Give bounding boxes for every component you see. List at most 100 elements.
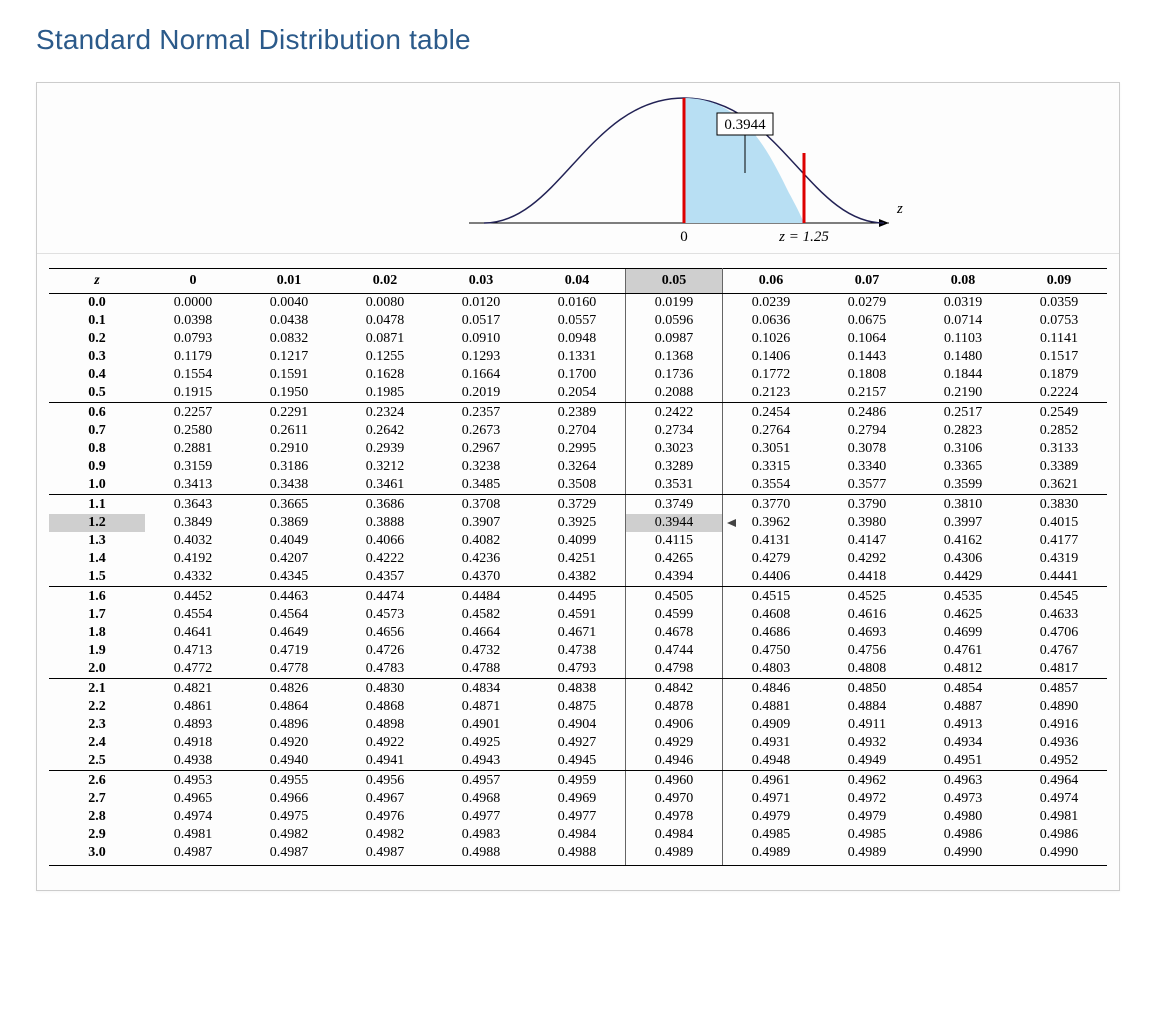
table-cell: 0.3389 <box>1011 458 1107 476</box>
table-cell: 0.4955 <box>241 771 337 791</box>
table-cell: 0.4970 <box>626 790 723 808</box>
table-cell: 0.4732 <box>433 642 529 660</box>
table-cell: 0.4927 <box>529 734 626 752</box>
table-cell: 0.4938 <box>145 752 241 771</box>
table-cell: 0.0987 <box>626 330 723 348</box>
table-cell: 0.2190 <box>915 384 1011 403</box>
table-cell: 0.4861 <box>145 698 241 716</box>
table-cell: 0.0793 <box>145 330 241 348</box>
row-label: 2.8 <box>49 808 145 826</box>
table-cell: 0.2054 <box>529 384 626 403</box>
table-cell: 0.4345 <box>241 568 337 587</box>
table-cell: 0.1443 <box>819 348 915 366</box>
row-label: 0.5 <box>49 384 145 403</box>
table-cell: 0.3159 <box>145 458 241 476</box>
table-cell: 0.4846 <box>723 679 820 699</box>
table-cell: 0.3665 <box>241 495 337 515</box>
table-cell: 0.3869 <box>241 514 337 532</box>
table-cell: 0.1480 <box>915 348 1011 366</box>
table-cell: 0.4671 <box>529 624 626 642</box>
table-cell: 0.4952 <box>1011 752 1107 771</box>
z-value-label: z = 1.25 <box>778 229 829 245</box>
table-cell: 0.4495 <box>529 587 626 607</box>
table-cell: 0.4975 <box>241 808 337 826</box>
table-cell: 0.4793 <box>529 660 626 679</box>
table-cell: 0.4931 <box>723 734 820 752</box>
table-cell: 0.4066 <box>337 532 433 550</box>
table-cell: 0.4177 <box>1011 532 1107 550</box>
table-cell: 0.4515 <box>723 587 820 607</box>
table-cell: 0.4783 <box>337 660 433 679</box>
table-cell: 0.3686 <box>337 495 433 515</box>
table-cell: 0.0398 <box>145 312 241 330</box>
table-cell: 0.4032 <box>145 532 241 550</box>
row-label: 0.3 <box>49 348 145 366</box>
table-cell: 0.2910 <box>241 440 337 458</box>
table-cell: 0.4864 <box>241 698 337 716</box>
table-cell: 0.4875 <box>529 698 626 716</box>
table-cell: 0.4986 <box>915 826 1011 844</box>
col-header: 0.08 <box>915 269 1011 294</box>
table-cell: 0.1064 <box>819 330 915 348</box>
table-cell: 0.4192 <box>145 550 241 568</box>
table-cell: 0.4951 <box>915 752 1011 771</box>
row-label: 2.2 <box>49 698 145 716</box>
table-cell: 0.1406 <box>723 348 820 366</box>
col-header-z: z <box>49 269 145 294</box>
table-cell: 0.0438 <box>241 312 337 330</box>
table-cell: 0.4767 <box>1011 642 1107 660</box>
row-label: 1.5 <box>49 568 145 587</box>
table-cell: 0.4977 <box>433 808 529 826</box>
table-cell: 0.4901 <box>433 716 529 734</box>
table-cell: 0.4972 <box>819 790 915 808</box>
table-cell: 0.2673 <box>433 422 529 440</box>
table-cell: 0.3508 <box>529 476 626 495</box>
table-cell: 0.4664 <box>433 624 529 642</box>
table-cell: 0.4265 <box>626 550 723 568</box>
table-cell: 0.3997 <box>915 514 1011 532</box>
row-label: 0.9 <box>49 458 145 476</box>
table-cell: 0.4222 <box>337 550 433 568</box>
table-cell: 0.2422 <box>626 403 723 423</box>
table-cell: 0.4207 <box>241 550 337 568</box>
table-cell: 0.4971 <box>723 790 820 808</box>
table-cell: 0.0871 <box>337 330 433 348</box>
table-cell: 0.4772 <box>145 660 241 679</box>
table-cell: 0.2764 <box>723 422 820 440</box>
row-label: 0.4 <box>49 366 145 384</box>
table-cell: 0.4826 <box>241 679 337 699</box>
row-label: 1.4 <box>49 550 145 568</box>
table-cell: 0.4916 <box>1011 716 1107 734</box>
table-cell: 0.4893 <box>145 716 241 734</box>
table-cell: 0.4976 <box>337 808 433 826</box>
table-cell: 0.2486 <box>819 403 915 423</box>
table-cell: 0.4987 <box>241 844 337 866</box>
row-label: 2.1 <box>49 679 145 699</box>
table-cell: 0.1141 <box>1011 330 1107 348</box>
row-label: 3.0 <box>49 844 145 866</box>
table-cell: 0.2704 <box>529 422 626 440</box>
table-cell: 0.4989 <box>626 844 723 866</box>
table-cell: 0.2324 <box>337 403 433 423</box>
table-cell: 0.1772 <box>723 366 820 384</box>
table-cell: 0.3051 <box>723 440 820 458</box>
row-label: 1.0 <box>49 476 145 495</box>
row-label: 0.2 <box>49 330 145 348</box>
table-cell: 0.4960 <box>626 771 723 791</box>
table-cell: 0.2291 <box>241 403 337 423</box>
table-cell: 0.2995 <box>529 440 626 458</box>
table-cell: 0.0279 <box>819 294 915 313</box>
row-label: 1.1 <box>49 495 145 515</box>
row-label: 1.9 <box>49 642 145 660</box>
table-cell: 0.4887 <box>915 698 1011 716</box>
table-cell: 0.4985 <box>819 826 915 844</box>
table-cell: 0.1664 <box>433 366 529 384</box>
table-cell: 0.4974 <box>145 808 241 826</box>
table-cell: 0.4484 <box>433 587 529 607</box>
table-cell: 0.4940 <box>241 752 337 771</box>
table-cell: 0.4922 <box>337 734 433 752</box>
table-cell: 0.4868 <box>337 698 433 716</box>
table-cell: 0.2224 <box>1011 384 1107 403</box>
table-cell: 0.2611 <box>241 422 337 440</box>
table-cell: 0.3438 <box>241 476 337 495</box>
